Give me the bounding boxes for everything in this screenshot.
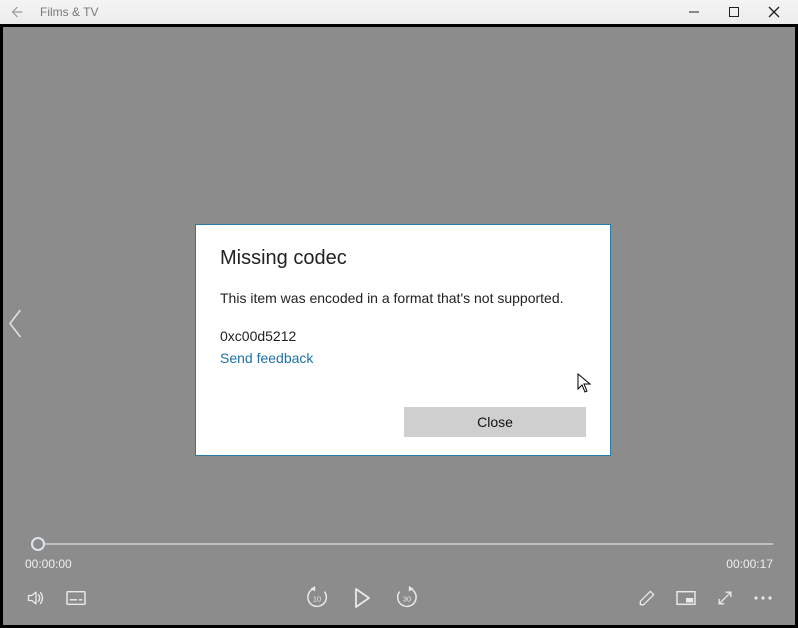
volume-icon: [25, 588, 47, 608]
volume-button[interactable]: [25, 588, 47, 608]
mini-view-button[interactable]: [675, 589, 697, 607]
dialog-error-code: 0xc00d5212: [220, 328, 586, 344]
player-controls: 00:00:00 00:00:17: [3, 535, 795, 625]
skip-back-icon: 10: [304, 586, 330, 610]
dialog-title: Missing codec: [220, 247, 586, 270]
minimize-button[interactable]: [674, 0, 714, 24]
fullscreen-button[interactable]: [715, 588, 735, 608]
minimize-icon: [688, 6, 700, 18]
seek-thumb[interactable]: [31, 537, 45, 551]
skip-back-label: 10: [313, 595, 321, 604]
pencil-icon: [637, 588, 657, 608]
skip-back-button[interactable]: 10: [304, 586, 330, 610]
play-button[interactable]: [352, 587, 372, 609]
seek-bar[interactable]: [25, 535, 773, 553]
app-title: Films & TV: [40, 5, 98, 19]
more-options-button[interactable]: [753, 594, 773, 602]
skip-forward-label: 30: [403, 595, 411, 604]
skip-forward-icon: 30: [394, 586, 420, 610]
back-button[interactable]: [6, 5, 26, 19]
time-display: 00:00:00 00:00:17: [25, 557, 773, 571]
more-icon: [753, 594, 773, 602]
mini-view-icon: [675, 589, 697, 607]
subtitles-button[interactable]: [65, 589, 87, 607]
dialog-message: This item was encoded in a format that's…: [220, 290, 586, 306]
maximize-icon: [728, 6, 740, 18]
arrow-left-icon: [9, 5, 23, 19]
previous-item-button[interactable]: [5, 307, 27, 346]
app-window: Films & TV: [0, 0, 798, 628]
subtitles-icon: [65, 589, 87, 607]
seek-track: [37, 543, 773, 545]
fullscreen-icon: [715, 588, 735, 608]
dialog-close-button[interactable]: Close: [404, 407, 586, 437]
chevron-left-icon: [5, 307, 27, 341]
total-time: 00:00:17: [726, 557, 773, 571]
video-canvas: Missing codec This item was encoded in a…: [3, 27, 795, 625]
send-feedback-link[interactable]: Send feedback: [220, 350, 586, 366]
play-icon: [352, 587, 372, 609]
video-area: Missing codec This item was encoded in a…: [0, 24, 798, 628]
maximize-button[interactable]: [714, 0, 754, 24]
title-bar: Films & TV: [0, 0, 798, 24]
current-time: 00:00:00: [25, 557, 72, 571]
error-dialog: Missing codec This item was encoded in a…: [195, 224, 611, 456]
close-icon: [768, 6, 780, 18]
edit-button[interactable]: [637, 588, 657, 608]
skip-forward-button[interactable]: 30: [394, 586, 420, 610]
control-buttons: 10 30: [25, 581, 773, 615]
close-window-button[interactable]: [754, 0, 794, 24]
